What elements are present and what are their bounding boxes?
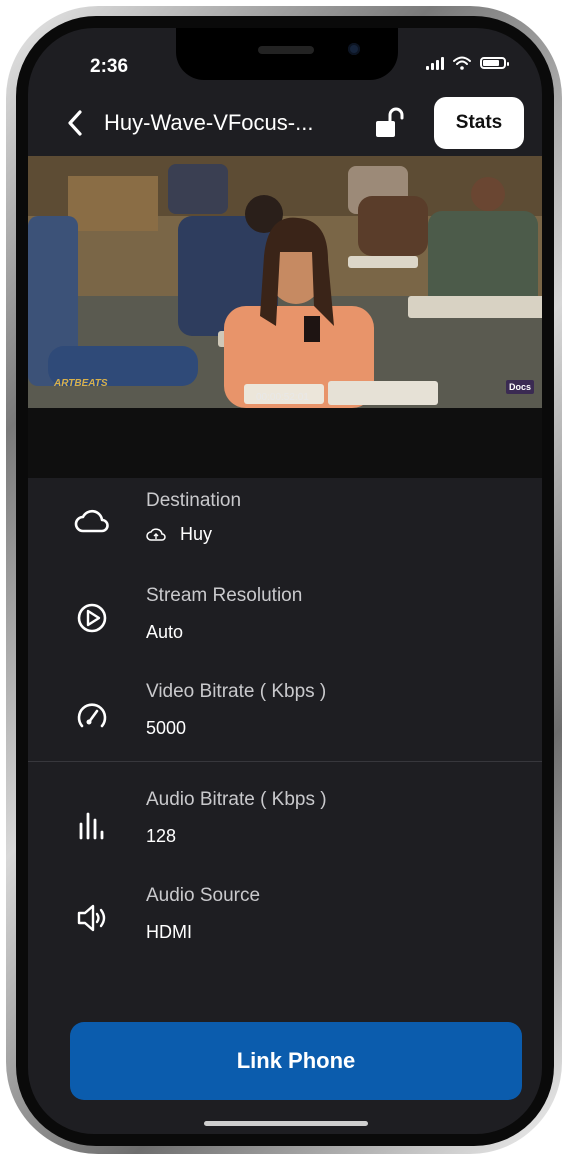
link-phone-button[interactable]: Link Phone — [70, 1022, 522, 1100]
video-timestamp: 00:00:52:01 — [256, 392, 309, 403]
destination-name: Huy — [180, 524, 213, 544]
status-icons — [426, 56, 509, 70]
wifi-icon — [453, 56, 471, 70]
watermark-left: ARTBEATS — [54, 378, 108, 389]
section-divider — [28, 761, 542, 762]
stream-resolution-label: Stream Resolution — [146, 585, 303, 606]
cloud-icon — [74, 509, 109, 533]
stats-button[interactable]: Stats — [434, 97, 524, 149]
unlock-icon[interactable] — [372, 106, 406, 140]
audio-source-value: HDMI — [146, 922, 192, 942]
home-indicator[interactable] — [204, 1121, 368, 1126]
play-circle-icon — [77, 603, 107, 633]
video-bitrate-label: Video Bitrate ( Kbps ) — [146, 681, 327, 702]
video-bitrate-value: 5000 — [146, 718, 187, 738]
destination-label: Destination — [146, 490, 242, 511]
speaker-icon — [77, 904, 106, 932]
audio-source-label: Audio Source — [146, 885, 261, 906]
video-preview: 00:00:52:01 ARTBEATS Docs — [28, 156, 542, 408]
back-arrow-icon[interactable] — [62, 108, 88, 138]
audio-bitrate-value: 128 — [146, 826, 177, 846]
speedometer-icon — [77, 703, 107, 728]
status-time: 2:36 — [90, 56, 129, 77]
battery-icon — [480, 57, 509, 69]
watermark-right: Docs — [505, 380, 534, 394]
header-bar: Huy-Wave-VFocus-... Stats — [28, 90, 542, 156]
classroom-scene-image — [28, 156, 542, 408]
stream-resolution-value: Auto — [146, 622, 184, 642]
audio-bitrate-label: Audio Bitrate ( Kbps ) — [146, 789, 327, 810]
destination-value: Huy — [146, 524, 212, 545]
front-camera — [348, 43, 360, 55]
notch — [176, 28, 398, 80]
app-screen: 2:36 Huy-Wave-VFocus-... Stats 00:00:52:… — [28, 28, 542, 1134]
cellular-signal-icon — [426, 56, 444, 70]
cloud-upload-icon — [146, 527, 166, 541]
video-letterbox — [28, 408, 542, 478]
page-title: Huy-Wave-VFocus-... — [104, 110, 314, 135]
earpiece-speaker — [258, 46, 314, 54]
equalizer-icon — [79, 812, 104, 840]
